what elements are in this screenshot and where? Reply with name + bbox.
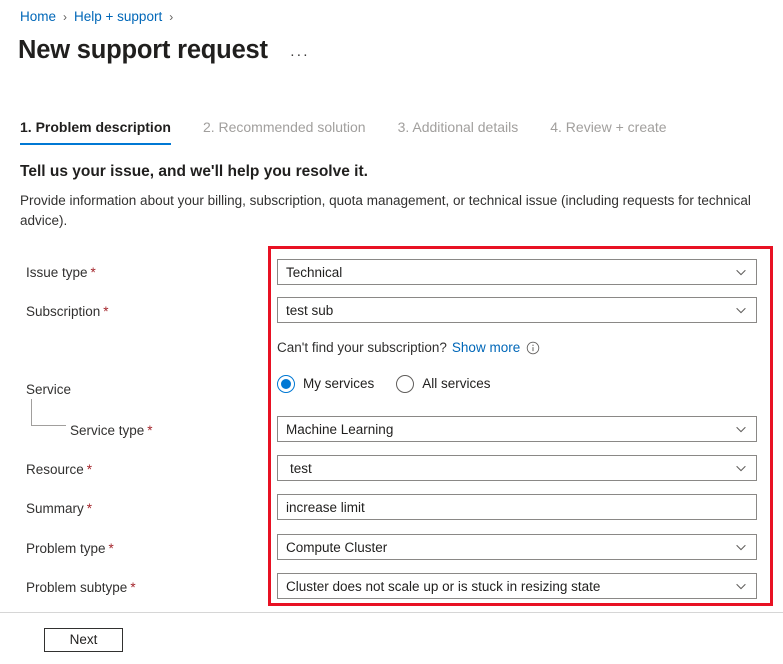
label-issue-type: Issue type*: [26, 264, 96, 282]
issue-type-dropdown[interactable]: Technical: [277, 259, 757, 285]
label-resource-text: Resource: [26, 462, 84, 477]
intro-description: Provide information about your billing, …: [20, 191, 755, 231]
resource-dropdown[interactable]: test: [277, 455, 757, 481]
resource-value: test: [286, 461, 734, 476]
tab-problem-description[interactable]: 1. Problem description: [20, 118, 171, 145]
page-title-row: New support request ···: [18, 33, 309, 67]
chevron-down-icon: [734, 579, 748, 593]
service-type-dropdown[interactable]: Machine Learning: [277, 416, 757, 442]
radio-all-services[interactable]: All services: [396, 375, 490, 393]
tree-connector-line: [31, 399, 66, 426]
info-circle-icon[interactable]: [526, 341, 540, 355]
required-asterisk: *: [103, 304, 108, 319]
summary-input[interactable]: increase limit: [277, 494, 757, 520]
label-subscription: Subscription*: [26, 303, 109, 321]
label-summary-text: Summary: [26, 501, 84, 516]
required-asterisk: *: [147, 423, 152, 438]
subscription-dropdown[interactable]: test sub: [277, 297, 757, 323]
subscription-value: test sub: [286, 303, 734, 318]
problem-subtype-value: Cluster does not scale up or is stuck in…: [286, 579, 734, 594]
summary-value: increase limit: [286, 500, 750, 515]
required-asterisk: *: [91, 265, 96, 280]
label-subscription-text: Subscription: [26, 304, 100, 319]
chevron-down-icon: [734, 422, 748, 436]
show-more-link[interactable]: Show more: [452, 339, 520, 357]
chevron-down-icon: [734, 303, 748, 317]
required-asterisk: *: [130, 580, 135, 595]
breadcrumb-item-home[interactable]: Home: [20, 8, 56, 26]
breadcrumb: Home › Help + support ›: [20, 8, 180, 26]
required-asterisk: *: [87, 501, 92, 516]
radio-my-services[interactable]: My services: [277, 375, 374, 393]
next-button[interactable]: Next: [44, 628, 123, 652]
service-type-value: Machine Learning: [286, 422, 734, 437]
intro-heading: Tell us your issue, and we'll help you r…: [20, 161, 368, 182]
radio-my-services-label: My services: [303, 375, 374, 393]
service-scope-radio-group: My services All services: [277, 375, 513, 393]
problem-type-dropdown[interactable]: Compute Cluster: [277, 534, 757, 560]
subscription-helper: Can't find your subscription? Show more: [277, 339, 540, 357]
chevron-down-icon: [734, 540, 748, 554]
issue-type-value: Technical: [286, 265, 734, 280]
tab-additional-details[interactable]: 3. Additional details: [398, 118, 519, 145]
breadcrumb-item-help-support[interactable]: Help + support: [74, 8, 162, 26]
page-title: New support request: [18, 33, 268, 67]
chevron-down-icon: [734, 461, 748, 475]
subscription-helper-text: Can't find your subscription?: [277, 339, 447, 357]
chevron-down-icon: [734, 265, 748, 279]
radio-all-services-label: All services: [422, 375, 490, 393]
label-problem-subtype: Problem subtype*: [26, 579, 136, 597]
label-service: Service: [26, 381, 71, 399]
required-asterisk: *: [87, 462, 92, 477]
label-issue-type-text: Issue type: [26, 265, 88, 280]
label-problem-subtype-text: Problem subtype: [26, 580, 127, 595]
label-service-type-text: Service type: [70, 423, 144, 438]
wizard-tabs: 1. Problem description 2. Recommended so…: [20, 118, 699, 145]
required-asterisk: *: [109, 541, 114, 556]
problem-subtype-dropdown[interactable]: Cluster does not scale up or is stuck in…: [277, 573, 757, 599]
radio-selected-icon: [277, 375, 295, 393]
tab-review-create[interactable]: 4. Review + create: [550, 118, 666, 145]
footer-divider: [0, 612, 783, 613]
label-summary: Summary*: [26, 500, 92, 518]
label-problem-type-text: Problem type: [26, 541, 106, 556]
problem-type-value: Compute Cluster: [286, 540, 734, 555]
breadcrumb-separator-icon: ›: [63, 8, 67, 26]
tab-recommended-solution[interactable]: 2. Recommended solution: [203, 118, 366, 145]
more-options-icon[interactable]: ···: [290, 50, 310, 60]
radio-unselected-icon: [396, 375, 414, 393]
breadcrumb-separator-icon-2: ›: [169, 8, 173, 26]
label-problem-type: Problem type*: [26, 540, 114, 558]
label-service-type: Service type*: [70, 422, 153, 440]
label-resource: Resource*: [26, 461, 92, 479]
